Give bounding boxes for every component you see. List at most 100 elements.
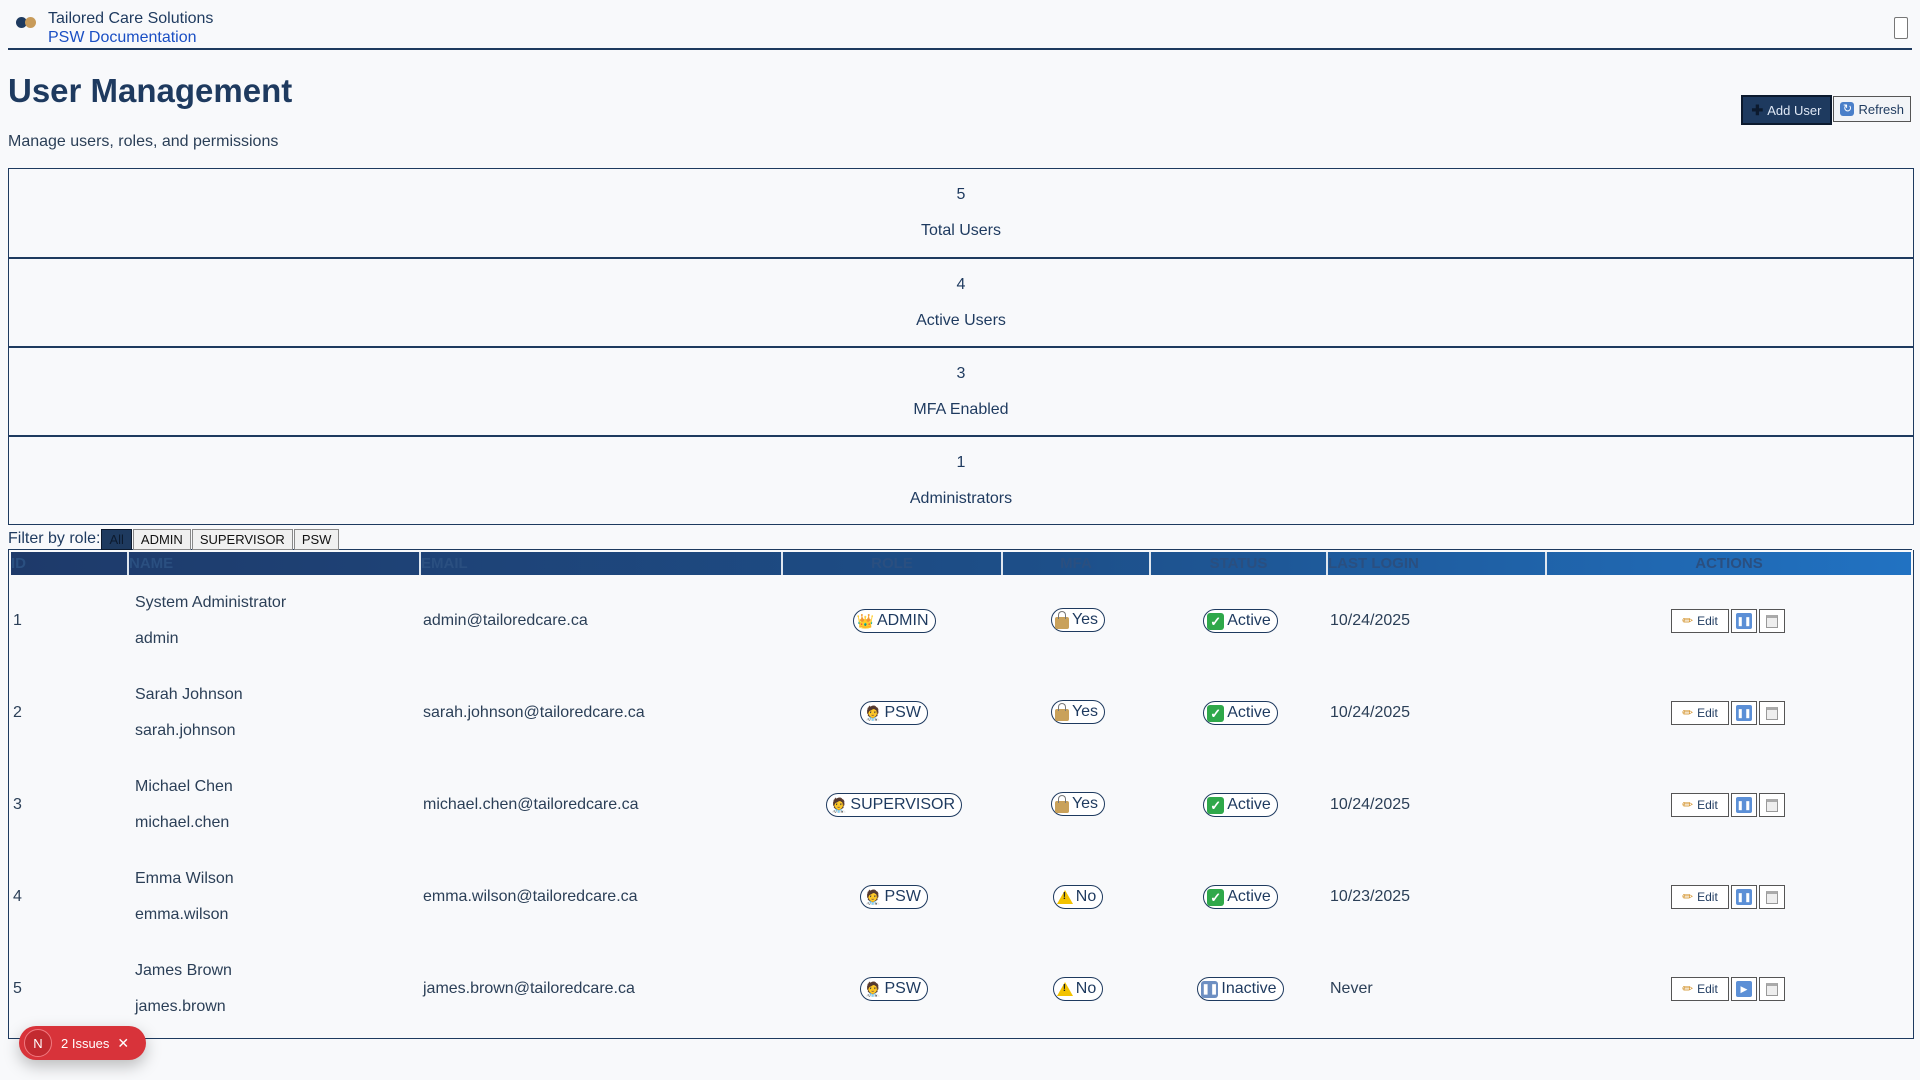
role-label: SUPERVISOR <box>850 796 956 813</box>
edit-button[interactable]: ✏ Edit <box>1671 701 1729 725</box>
table-header: ID NAME EMAIL ROLE MFA STATUS LAST LOGIN… <box>11 552 1911 575</box>
delete-button[interactable] <box>1759 977 1785 1001</box>
user-name-cell: Emma Wilson emma.wilson <box>129 861 421 933</box>
user-id: 4 <box>13 888 22 905</box>
status-label: Inactive <box>1221 980 1277 997</box>
stat-value: 1 <box>956 454 966 471</box>
top-bar: Tailored Care Solutions PSW Documentatio… <box>8 0 1912 50</box>
health-worker-icon: 🧑‍⚕️ <box>864 981 882 997</box>
last-login: 10/24/2025 <box>1330 796 1411 813</box>
table-row: 1 System Administrator admin admin@tailo… <box>11 575 1913 667</box>
stat-label: Total Users <box>920 222 1002 239</box>
edit-button[interactable]: ✏ Edit <box>1671 885 1729 909</box>
pause-icon: ❚❚ <box>1736 705 1752 721</box>
column-header-role[interactable]: ROLE <box>783 552 1003 575</box>
column-header-mfa[interactable]: MFA <box>1003 552 1151 575</box>
column-header-last-login[interactable]: LAST LOGIN <box>1328 552 1547 575</box>
stat-value: 5 <box>956 186 966 203</box>
brand-name: Tailored Care Solutions <box>48 10 214 27</box>
mfa-badge: No <box>1052 885 1104 909</box>
status-label: Active <box>1227 796 1271 813</box>
check-icon: ✓ <box>1207 888 1225 906</box>
user-full-name: System Administrator <box>135 594 287 611</box>
mfa-label: Yes <box>1071 703 1099 721</box>
role-label: PSW <box>884 704 921 721</box>
deactivate-button[interactable]: ❚❚ <box>1731 793 1757 817</box>
status-badge: ❚❚ Inactive <box>1197 977 1284 1001</box>
users-table: ID NAME EMAIL ROLE MFA STATUS LAST LOGIN… <box>8 550 1914 1039</box>
delete-button[interactable] <box>1759 793 1785 817</box>
check-icon: ✓ <box>1207 612 1225 630</box>
column-header-name[interactable]: NAME <box>129 552 421 575</box>
status-badge: ✓ Active <box>1203 701 1278 725</box>
filter-psw-button[interactable]: PSW <box>293 528 340 550</box>
delete-button[interactable] <box>1759 885 1785 909</box>
filter-all-button[interactable]: All <box>101 528 132 550</box>
table-row: 4 Emma Wilson emma.wilson emma.wilson@ta… <box>11 851 1913 943</box>
mfa-cell: No <box>1003 885 1151 909</box>
mfa-badge: Yes <box>1050 608 1106 633</box>
stat-card-mfa-enabled: 3 MFA Enabled <box>9 346 1913 435</box>
edit-button[interactable]: ✏ Edit <box>1671 609 1729 633</box>
pencil-icon: ✏ <box>1682 705 1694 720</box>
issues-badge[interactable]: N 2 Issues ✕ <box>19 1026 146 1060</box>
brand[interactable]: Tailored Care Solutions PSW Documentatio… <box>16 9 213 47</box>
deactivate-button[interactable]: ❚❚ <box>1731 885 1757 909</box>
edit-label: Edit <box>1697 706 1718 720</box>
refresh-button[interactable]: ↻ Refresh <box>1833 96 1911 122</box>
stat-card-active-users: 4 Active Users <box>9 257 1913 346</box>
warning-icon <box>1056 982 1073 996</box>
deactivate-button[interactable]: ❚❚ <box>1731 609 1757 633</box>
pause-icon: ❚❚ <box>1736 613 1752 629</box>
user-username: james.brown <box>135 998 226 1015</box>
filter-supervisor-button[interactable]: SUPERVISOR <box>191 528 293 550</box>
stat-card-total-users: 5 Total Users <box>9 169 1913 257</box>
column-header-status[interactable]: STATUS <box>1151 552 1328 575</box>
activate-button[interactable]: ▶ <box>1731 977 1757 1001</box>
refresh-label: Refresh <box>1858 101 1904 117</box>
user-name-cell: Sarah Johnson sarah.johnson <box>129 677 421 749</box>
edit-button[interactable]: ✏ Edit <box>1671 977 1729 1001</box>
role-cell: 🧑‍⚕️ PSW <box>783 885 1003 909</box>
trash-icon <box>1766 982 1778 996</box>
user-full-name: Emma Wilson <box>135 870 234 887</box>
mfa-cell: Yes <box>1003 792 1151 818</box>
pause-icon: ❚❚ <box>1201 980 1219 998</box>
role-badge: 🧑‍⚕️ SUPERVISOR <box>825 793 963 817</box>
role-filter: Filter by role: All ADMIN SUPERVISOR PSW <box>8 528 1912 550</box>
issues-avatar: N <box>24 1029 52 1057</box>
mfa-cell: Yes <box>1003 700 1151 726</box>
brand-subtitle-link[interactable]: PSW Documentation <box>48 28 213 47</box>
status-cell: ✓ Active <box>1151 609 1328 633</box>
edit-label: Edit <box>1697 798 1718 812</box>
mfa-cell: Yes <box>1003 608 1151 634</box>
filter-admin-button[interactable]: ADMIN <box>132 528 191 550</box>
column-header-email[interactable]: EMAIL <box>421 552 783 575</box>
edit-button[interactable]: ✏ Edit <box>1671 793 1729 817</box>
trash-icon <box>1766 890 1778 904</box>
user-username: michael.chen <box>135 814 230 831</box>
play-icon: ▶ <box>1736 981 1752 997</box>
status-label: Active <box>1227 612 1271 629</box>
menu-toggle-button[interactable] <box>1894 17 1908 39</box>
warning-icon <box>1056 890 1073 904</box>
column-header-id[interactable]: ID <box>11 552 129 575</box>
trash-icon <box>1766 798 1778 812</box>
add-user-button[interactable]: ✚ Add User <box>1740 95 1833 125</box>
column-header-actions: ACTIONS <box>1695 555 1763 572</box>
check-icon: ✓ <box>1207 796 1225 814</box>
role-label: PSW <box>884 980 921 997</box>
table-row: 2 Sarah Johnson sarah.johnson sarah.john… <box>11 667 1913 759</box>
status-cell: ✓ Active <box>1151 885 1328 909</box>
row-actions: ✏ Edit ❚❚ <box>1547 885 1911 909</box>
role-badge: 🧑‍⚕️ PSW <box>860 701 928 725</box>
close-icon[interactable]: ✕ <box>117 1035 129 1052</box>
lock-icon <box>1054 702 1069 721</box>
delete-button[interactable] <box>1759 701 1785 725</box>
user-email: admin@tailoredcare.ca <box>423 612 588 629</box>
deactivate-button[interactable]: ❚❚ <box>1731 701 1757 725</box>
user-full-name: James Brown <box>135 962 232 979</box>
delete-button[interactable] <box>1759 609 1785 633</box>
user-username: emma.wilson <box>135 906 229 923</box>
role-badge: 👑 ADMIN <box>852 609 936 633</box>
